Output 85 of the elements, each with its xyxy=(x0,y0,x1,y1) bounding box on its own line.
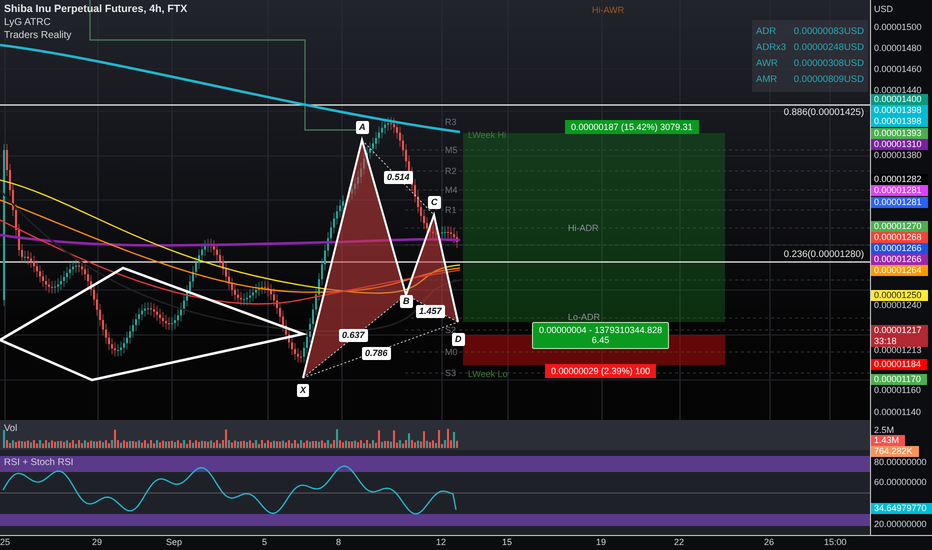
axis-unit: USD xyxy=(873,4,894,15)
price-label: 80.00000000 xyxy=(873,457,928,468)
price-badge: 0.00001266 xyxy=(871,243,928,254)
price-badge: 0.00001393 xyxy=(871,128,928,139)
price-badge: 0.00001170 xyxy=(871,374,927,385)
range-value: 0.00000083USD xyxy=(794,25,864,39)
price-badge: 0.00001184 xyxy=(871,359,927,370)
price-badge: 0.00001398 xyxy=(871,105,928,116)
time-label: 5 xyxy=(262,536,268,549)
pivot-label: R2 xyxy=(445,167,457,176)
range-label: ADR xyxy=(756,25,778,39)
price-badge: 0.00001281 xyxy=(871,185,928,196)
pivot-label: R1 xyxy=(445,206,457,215)
level-label: LWeek Lo xyxy=(468,370,508,379)
indicator-name: Traders Reality xyxy=(4,31,72,41)
pivot-label: M4 xyxy=(445,186,458,195)
stop-label: 0.00000029 (2.39%) 100 xyxy=(545,364,656,378)
level-label: Hi-AWR xyxy=(592,6,624,15)
fib-level-label: 0.886(0.00001425) xyxy=(784,108,864,118)
range-value: 0.00000809USD xyxy=(794,73,864,87)
price-badge: 0.00001264 xyxy=(871,265,928,276)
price-label: 60.00000000 xyxy=(873,477,928,488)
price-badge: 0.00001310 xyxy=(871,139,928,150)
time-label: 26 xyxy=(764,536,774,549)
price-label: 0.00001480 xyxy=(873,43,923,54)
range-value: 0.00000248USD xyxy=(794,41,864,55)
level-label: Lo-ADR xyxy=(568,313,600,322)
price-badge: 0.00001398 xyxy=(871,116,928,127)
price-badge: 0.00001270 xyxy=(871,221,928,232)
pattern-point-label: B xyxy=(400,295,412,308)
price-badge: 0.00001400 xyxy=(871,94,928,105)
price-badge: 1.43M xyxy=(871,435,906,446)
ratio-label: 0.514 xyxy=(384,171,413,184)
indicator-name: LyG ATRC xyxy=(4,18,51,28)
pattern-point-label: A xyxy=(356,121,368,134)
price-label: 0.00001140 xyxy=(873,407,922,418)
range-value: 0.00000308USD xyxy=(794,57,864,71)
pivot-label: M0 xyxy=(445,348,458,357)
pivot-label: R3 xyxy=(445,118,457,127)
time-label: 29 xyxy=(92,536,102,549)
price-label: 0.00001213 xyxy=(873,345,923,356)
price-badge: 764.282K xyxy=(871,446,919,457)
price-label: 0.00001240 xyxy=(873,300,923,311)
level-label: LWeek Hi xyxy=(468,131,506,140)
time-label: Sep xyxy=(166,536,182,549)
price-label: 0.00001500 xyxy=(873,22,923,33)
chart-title: Shiba Inu Perpetual Futures, 4h, FTX xyxy=(4,4,188,14)
range-label: AWR xyxy=(756,57,779,71)
range-label: AMR xyxy=(756,73,778,87)
pivot-label: S3 xyxy=(445,369,456,378)
price-label: 20.00000000 xyxy=(873,519,928,530)
time-label: 25 xyxy=(0,536,10,549)
price-badge: 34.64979770 xyxy=(871,503,932,514)
price-label: 2.5M xyxy=(873,425,896,436)
price-label: 0.00001380 xyxy=(873,150,923,161)
pane-title: RSI + Stoch RSI xyxy=(4,458,74,468)
ratio-label: 0.786 xyxy=(362,347,391,360)
price-badge: 0.00001281 xyxy=(871,197,928,208)
fib-level-label: 0.236(0.00001280) xyxy=(784,250,864,260)
ratio-label: 1.457 xyxy=(416,305,445,318)
price-badge: 0.00001266 xyxy=(871,254,928,265)
price-badge: 0.00001282 xyxy=(871,174,928,185)
ratio-label: 0.637 xyxy=(339,329,368,342)
price-label: 0.00001460 xyxy=(873,64,923,75)
price-badge: 0.00001268 xyxy=(871,232,928,243)
time-label: 15:00 xyxy=(824,536,847,549)
pivot-label: S2 xyxy=(445,326,456,335)
pattern-point-label: D xyxy=(452,333,464,346)
pattern-point-label: C xyxy=(428,196,440,209)
level-label: Hi-ADR xyxy=(568,224,598,233)
time-label: 19 xyxy=(596,536,606,549)
price-label: 0.00001160 xyxy=(873,385,922,396)
price-label: 0.00001440 xyxy=(873,85,923,96)
time-label: 15 xyxy=(502,536,512,549)
time-label: 8 xyxy=(336,536,342,549)
time-label: 22 xyxy=(674,536,684,549)
pivot-label: M5 xyxy=(445,146,458,155)
pattern-point-label: X xyxy=(297,384,310,397)
price-badge: 0.00001217 33:18 xyxy=(871,325,928,347)
time-label: 12 xyxy=(436,536,446,549)
price-badge: 0.00001250 xyxy=(871,290,928,301)
range-label: ADRx3 xyxy=(756,41,788,55)
entry-label: 0.00000004 - 1379310344.828 6.45 xyxy=(532,322,670,349)
pane-title: Vol xyxy=(4,424,18,434)
target-label: 0.00000187 (15.42%) 3079.31 xyxy=(565,120,699,134)
